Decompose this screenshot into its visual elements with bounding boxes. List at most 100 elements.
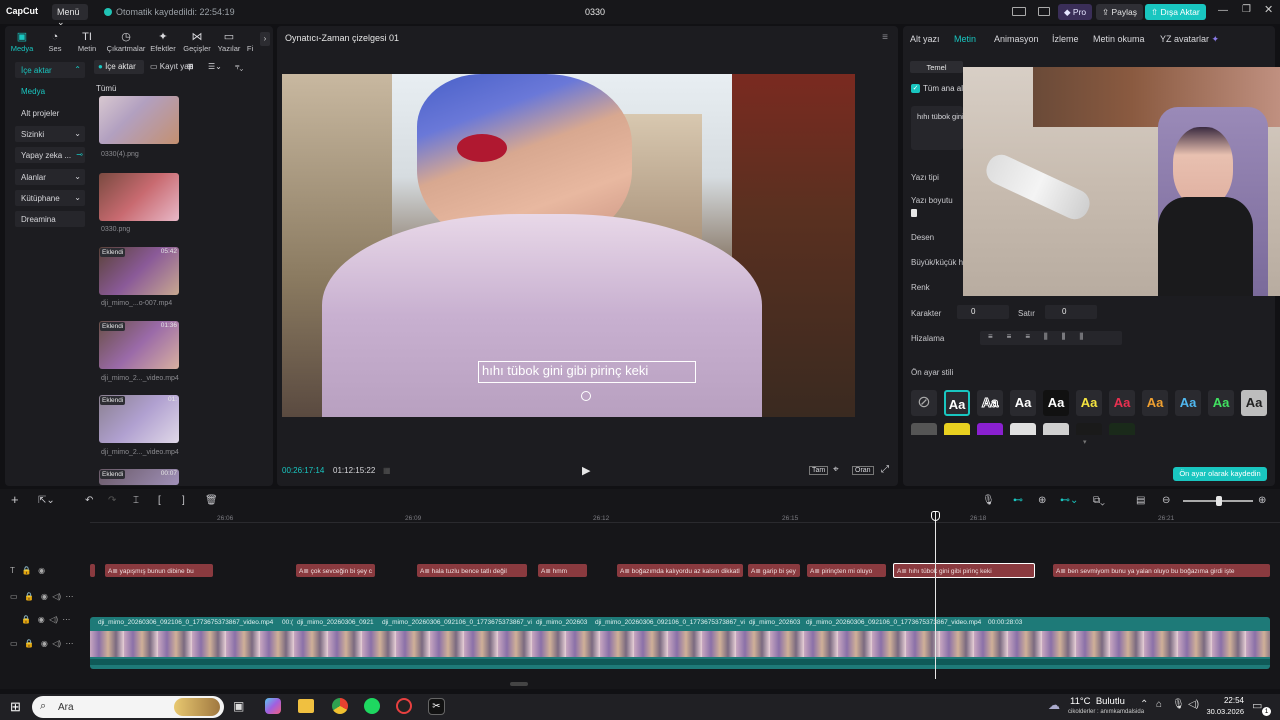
caption-icon[interactable]: ▤ xyxy=(1136,495,1145,506)
nav-spaces[interactable]: Alanlar ⌄ xyxy=(15,169,85,185)
split-right-icon[interactable]: ] xyxy=(182,495,185,506)
tab-tts[interactable]: Metin okuma xyxy=(1093,34,1145,44)
capcut-icon[interactable]: ✂ xyxy=(428,698,445,715)
playhead[interactable] xyxy=(935,511,936,679)
nav-library[interactable]: Kütüphane ⌄ xyxy=(15,190,85,206)
zoom-in-icon[interactable]: ⊕ xyxy=(1258,495,1266,506)
network-icon[interactable]: ⌂ xyxy=(1156,699,1162,710)
expand-down-icon[interactable]: ▾ xyxy=(1083,438,1087,446)
tool-filters[interactable]: Fi xyxy=(243,30,257,53)
preset-row2-4[interactable] xyxy=(1010,423,1036,435)
subtab-basic[interactable]: Temel xyxy=(910,61,963,73)
snap-icon[interactable]: ⊕ xyxy=(1038,495,1046,506)
align-buttons[interactable]: ≡≡≡⫼⫼⫼ xyxy=(980,331,1122,345)
char-spacing-input[interactable]: 0 xyxy=(957,305,1009,319)
zoom-slider-handle[interactable] xyxy=(1216,496,1222,506)
tool-media[interactable]: ▣ Medya xyxy=(7,30,37,53)
undo-icon[interactable]: ↶ xyxy=(85,495,93,506)
nav-yours[interactable]: Sizinki ⌄ xyxy=(15,126,85,142)
media-item-thumb[interactable]: Eklendi 00:07 xyxy=(99,469,179,485)
chevron-up-icon[interactable]: ⌃ xyxy=(1140,699,1148,710)
text-clip[interactable]: A≣ hmm xyxy=(538,564,587,577)
maximize-icon[interactable]: ❐ xyxy=(1242,4,1251,15)
full-label[interactable]: Tam xyxy=(809,466,829,475)
nav-dreamina[interactable]: Dreamina xyxy=(15,211,85,227)
mic-icon[interactable]: 🎙 xyxy=(982,495,995,506)
zoom-out-icon[interactable]: ⊖ xyxy=(1162,495,1170,506)
tool-text[interactable]: TI Metin xyxy=(72,30,102,53)
grid-icon[interactable]: ▦ xyxy=(383,466,391,475)
text-clip-selected[interactable]: A≣ hıhı tübok gini gibi pirinç keki xyxy=(893,563,1035,578)
shortcuts-icon[interactable] xyxy=(1038,7,1050,16)
windows-start-icon[interactable]: ⊞ xyxy=(10,699,21,715)
chevron-right-icon[interactable]: › xyxy=(260,32,270,46)
link-icon[interactable]: ⊷ xyxy=(1013,495,1023,506)
tab-text[interactable]: Metin xyxy=(954,34,976,44)
tool-effects[interactable]: ✦ Efektler xyxy=(148,30,178,53)
clock-time[interactable]: 22:54 xyxy=(1204,696,1244,705)
text-clip[interactable]: A≣ hala tuzlu bence tatlı değil xyxy=(417,564,527,577)
text-clip[interactable]: A≣ boğazımda kalıyordu az kalsın dikkatl xyxy=(617,564,743,577)
text-clip[interactable]: A≣ ben sevmiyom bunu ya yalan oluyo bu b… xyxy=(1053,564,1270,577)
preset-row2-6[interactable] xyxy=(1076,423,1102,435)
timeline-scrollbar[interactable] xyxy=(510,682,528,686)
preset-orange[interactable]: Aa xyxy=(1142,390,1168,416)
save-preset-button[interactable]: Ön ayar olarak kaydedin xyxy=(1173,467,1267,481)
weather-widget[interactable]: 11°C Bulutlu xyxy=(1070,696,1125,707)
pro-button[interactable]: ◆ Pro xyxy=(1058,4,1093,20)
tool-audio[interactable]: ◔ Ses xyxy=(40,30,70,53)
tool-captions[interactable]: ▭ Yazılar xyxy=(215,30,243,53)
rotate-handle-icon[interactable] xyxy=(581,391,591,401)
text-clip[interactable]: A≣ pirinçten mi oluyo xyxy=(807,564,886,577)
tab-captions[interactable]: Alt yazı xyxy=(910,34,940,44)
delete-icon[interactable]: 🗑 xyxy=(205,495,218,506)
media-item-thumb[interactable] xyxy=(99,96,179,144)
media-item-thumb[interactable] xyxy=(99,173,179,221)
text-input[interactable]: hıhı tübok gini xyxy=(911,106,964,150)
share-button[interactable]: ⇪ Paylaş xyxy=(1096,4,1143,20)
checkbox-icon[interactable]: ✓ xyxy=(911,84,920,93)
fullscreen-icon[interactable]: ⤢ xyxy=(881,464,889,475)
nav-media[interactable]: Medya xyxy=(15,83,85,99)
taskbar-search[interactable]: ⌕ Ara xyxy=(32,696,224,718)
preview-axis-icon[interactable]: ⧉⌄ xyxy=(1093,495,1105,506)
nav-ai[interactable]: Yapay zeka ... ⊸ xyxy=(15,147,85,163)
preset-row2-2[interactable] xyxy=(944,423,970,435)
minimize-icon[interactable]: — xyxy=(1218,5,1228,16)
menu-button[interactable]: Menü ⌄ xyxy=(52,4,88,27)
redo-icon[interactable]: ↷ xyxy=(108,495,116,506)
media-item-thumb[interactable]: Eklendi 01:36 xyxy=(99,321,179,369)
media-item-thumb[interactable]: Eklendi 05:42 xyxy=(99,247,179,295)
nav-import[interactable]: İçe aktar ⌃ xyxy=(15,62,85,78)
close-icon[interactable]: ✕ xyxy=(1264,3,1273,16)
preset-row2-3[interactable] xyxy=(977,423,1003,435)
add-track-icon[interactable]: + xyxy=(11,492,19,507)
tool-stickers[interactable]: ◷ Çıkartmalar xyxy=(105,30,147,53)
video-preview[interactable]: hıhı tübok gini gibi pirinç keki xyxy=(282,74,855,417)
size-slider-handle[interactable] xyxy=(911,209,917,217)
split-left-icon[interactable]: [ xyxy=(158,495,161,506)
media-item-thumb[interactable]: Eklendi 01: xyxy=(99,395,179,443)
export-button[interactable]: ⇧ Dışa Aktar xyxy=(1145,4,1206,20)
preset-row2-1[interactable] xyxy=(911,423,937,435)
clock-date[interactable]: 30.03.2026 xyxy=(1200,707,1244,716)
preset-red[interactable]: Aa xyxy=(1109,390,1135,416)
file-explorer-icon[interactable] xyxy=(298,699,314,713)
timeline-ruler[interactable] xyxy=(90,511,1280,523)
text-clip[interactable]: A≣ çok sevceğin bi şey c xyxy=(296,564,375,577)
layout-icon[interactable] xyxy=(1012,7,1026,16)
play-icon[interactable]: ▶ xyxy=(582,464,590,477)
tab-animation[interactable]: Animasyon xyxy=(994,34,1039,44)
preset-yellow[interactable]: Aa xyxy=(1076,390,1102,416)
preset-none-icon[interactable]: ⊘ xyxy=(911,390,937,416)
line-spacing-input[interactable]: 0 xyxy=(1045,305,1097,319)
preset-row2-7[interactable] xyxy=(1109,423,1135,435)
text-clip[interactable] xyxy=(90,564,95,577)
preset-blue[interactable]: Aa xyxy=(1175,390,1201,416)
magnet-icon[interactable]: ⊷⌄ xyxy=(1060,495,1078,506)
select-tool-icon[interactable]: ⇱⌄ xyxy=(38,495,55,506)
task-view-icon[interactable]: ▣ xyxy=(233,699,244,713)
crop-icon[interactable]: ⌖ xyxy=(833,464,839,475)
grid-view-icon[interactable]: ⊞ xyxy=(187,62,194,71)
sort-icon[interactable]: ☰⌄ xyxy=(208,62,222,71)
